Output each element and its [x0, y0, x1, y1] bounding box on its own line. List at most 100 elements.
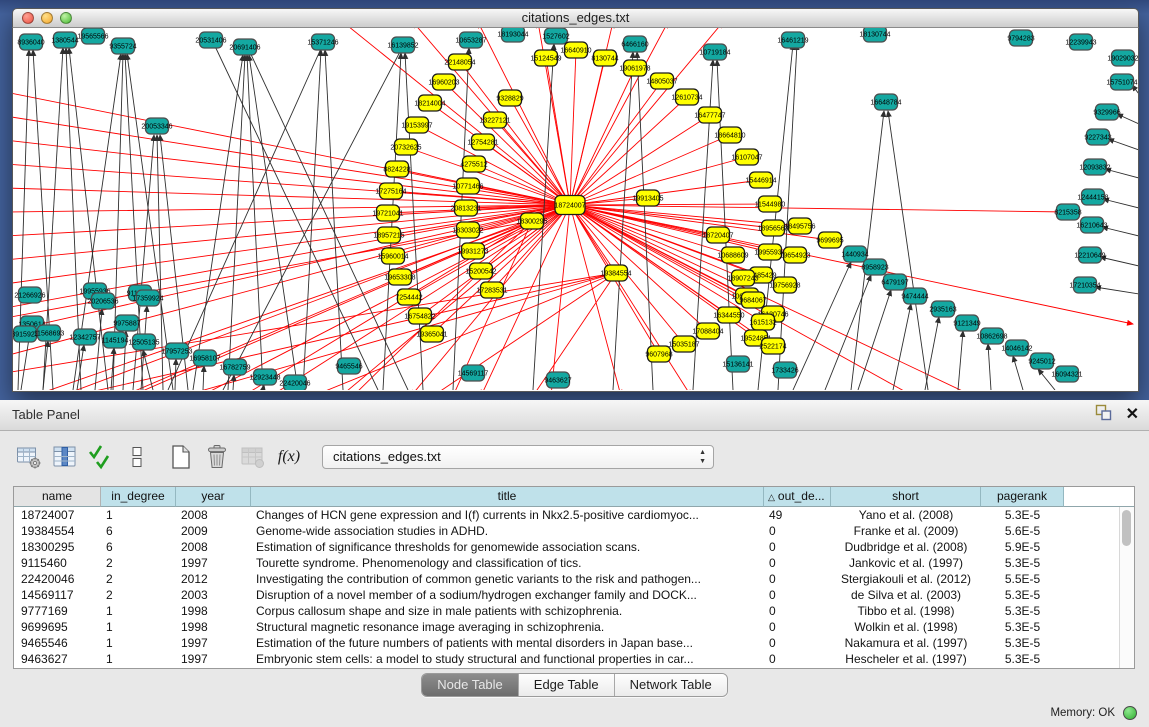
column-header-pagerank[interactable]: pagerank [981, 487, 1064, 507]
graph-node[interactable]: 9329966 [1093, 104, 1120, 120]
graph-node[interactable]: 9607968 [645, 346, 672, 362]
graph-node[interactable]: 19029032 [1107, 50, 1138, 66]
graph-node[interactable]: 1527602 [542, 28, 569, 44]
table-row[interactable]: 946362711997Embryonic stem cells: a mode… [14, 651, 1134, 667]
table-row[interactable]: 946554611997Estimation of the future num… [14, 635, 1134, 651]
table-row[interactable]: 977716911998Corpus callosum shape and si… [14, 603, 1134, 619]
graph-node[interactable]: 11568693 [34, 325, 65, 341]
graph-node[interactable]: 22148054 [444, 54, 475, 70]
graph-node[interactable]: 12342757 [69, 329, 100, 345]
graph-node[interactable]: 19565566 [77, 28, 108, 44]
graph-node[interactable]: 20732625 [390, 139, 421, 155]
graph-node[interactable]: 7254442 [395, 289, 422, 305]
graph-node[interactable]: 19061978 [619, 60, 650, 76]
table-row[interactable]: 1938455462009Genome-wide association stu… [14, 523, 1134, 539]
graph-node[interactable]: 15035187 [668, 336, 699, 352]
graph-node[interactable]: 17283531 [476, 282, 507, 298]
graph-node[interactable]: 18300295 [516, 213, 547, 229]
graph-node[interactable]: 2935163 [929, 301, 956, 317]
graph-node[interactable]: 19756928 [769, 277, 800, 293]
graph-node[interactable]: 1145194 [102, 332, 129, 348]
tab-node-table[interactable]: Node Table [422, 674, 519, 696]
float-window-icon[interactable] [1095, 404, 1112, 426]
graph-node[interactable]: 1380544 [51, 32, 78, 48]
table-row[interactable]: 1830029562008Estimation of significance … [14, 539, 1134, 555]
table-row[interactable]: 911546021997Tourette syndrome. Phenomeno… [14, 555, 1134, 571]
graph-node[interactable]: 12505135 [128, 334, 159, 350]
graph-node[interactable]: 9245012 [1028, 353, 1055, 369]
graph-node[interactable]: 21266926 [14, 287, 45, 303]
graph-node[interactable]: 22420046 [279, 375, 310, 390]
graph-node[interactable]: 20531406 [195, 32, 226, 48]
graph-node[interactable]: 14569117 [458, 365, 489, 381]
graph-node[interactable]: 8958923 [861, 259, 888, 275]
graph-node[interactable]: 9328829 [496, 90, 523, 106]
graph-node[interactable]: 16477747 [694, 107, 725, 123]
graph-node[interactable]: 17210354 [1069, 277, 1100, 293]
graph-node[interactable]: 9121349 [953, 315, 980, 331]
checkbox-list-icon[interactable] [122, 442, 152, 472]
graph-node[interactable]: 18664810 [714, 127, 745, 143]
graph-node[interactable]: 15751074 [1106, 74, 1137, 90]
graph-node[interactable]: 10688609 [717, 247, 748, 263]
function-builder-icon[interactable]: f(x) [274, 442, 304, 472]
graph-node[interactable]: 16782759 [219, 359, 250, 375]
graph-node[interactable]: 8824228 [383, 161, 410, 177]
column-header-in_degree[interactable]: in_degree [101, 487, 176, 507]
graph-node[interactable]: 16344550 [713, 307, 744, 323]
table-row[interactable]: 2242004622012Investigating the contribut… [14, 571, 1134, 587]
graph-node[interactable]: 6479197 [881, 274, 908, 290]
close-panel-icon[interactable]: ✕ [1126, 407, 1139, 423]
row-selection-icon[interactable] [86, 442, 116, 472]
graph-node[interactable]: 12239943 [1065, 34, 1096, 50]
window-titlebar[interactable]: citations_edges.txt [12, 8, 1139, 28]
graph-node[interactable]: 18907243 [727, 270, 758, 286]
graph-node[interactable]: 17957253 [161, 343, 192, 359]
graph-node[interactable]: 20053346 [141, 118, 172, 134]
graph-node[interactable]: 13227121 [479, 112, 510, 128]
minimize-button[interactable] [41, 12, 53, 24]
table-settings-icon[interactable] [14, 442, 44, 472]
graph-node[interactable]: 14046142 [1001, 340, 1032, 356]
vertical-scrollbar[interactable] [1119, 507, 1134, 668]
graph-node[interactable]: 19153997 [401, 117, 432, 133]
column-header-title[interactable]: title [251, 487, 764, 507]
graph-node[interactable]: 12754281 [467, 134, 498, 150]
graph-node[interactable]: 15200542 [465, 263, 496, 279]
graph-node[interactable]: 4275512 [460, 156, 487, 172]
graph-node[interactable]: 18720407 [702, 227, 733, 243]
graph-node[interactable]: 1440934 [841, 246, 868, 262]
graph-node[interactable]: 18495756 [784, 218, 815, 234]
graph-node[interactable]: 12923448 [249, 369, 280, 385]
graph-node[interactable]: 2522174 [759, 338, 786, 354]
graph-node[interactable]: 16960203 [428, 74, 459, 90]
graph-node[interactable]: 19365041 [416, 326, 447, 342]
graph-node[interactable]: 9463627 [544, 372, 571, 388]
show-column-icon[interactable] [50, 442, 80, 472]
graph-node[interactable]: 17359924 [132, 290, 163, 306]
graph-node[interactable]: 16094321 [1051, 366, 1082, 382]
graph-node[interactable]: 19913405 [632, 190, 663, 206]
table-row[interactable]: 1456911722003Disruption of a novel membe… [14, 587, 1134, 603]
graph-node[interactable]: 18193044 [497, 28, 528, 42]
graph-node[interactable]: 9684067 [739, 292, 766, 308]
table-row[interactable]: 1872400712008Changes of HCN gene express… [14, 507, 1134, 523]
graph-node[interactable]: 16754822 [404, 308, 435, 324]
column-header-out_degree[interactable]: △out_de... [764, 487, 831, 507]
graph-node[interactable]: 16958107 [189, 350, 220, 366]
graph-node[interactable]: 18724007 [554, 196, 585, 215]
graph-node[interactable]: 9975887 [113, 315, 140, 331]
graph-node[interactable]: 9794283 [1007, 30, 1034, 46]
graph-node[interactable]: 16461219 [777, 32, 808, 48]
graph-node[interactable]: 18130744 [859, 28, 890, 42]
tab-network-table[interactable]: Network Table [615, 674, 727, 696]
graph-node[interactable]: 9699695 [816, 232, 843, 248]
graph-node[interactable]: 16139852 [387, 37, 418, 53]
graph-node[interactable]: 19653308 [384, 269, 415, 285]
graph-node[interactable]: 12444158 [1077, 189, 1108, 205]
graph-node[interactable]: 9465546 [335, 358, 362, 374]
graph-node[interactable]: 20813231 [450, 200, 481, 216]
graph-node[interactable]: 16640910 [560, 42, 591, 58]
zoom-button[interactable] [60, 12, 72, 24]
graph-node[interactable]: 11544980 [755, 196, 786, 212]
